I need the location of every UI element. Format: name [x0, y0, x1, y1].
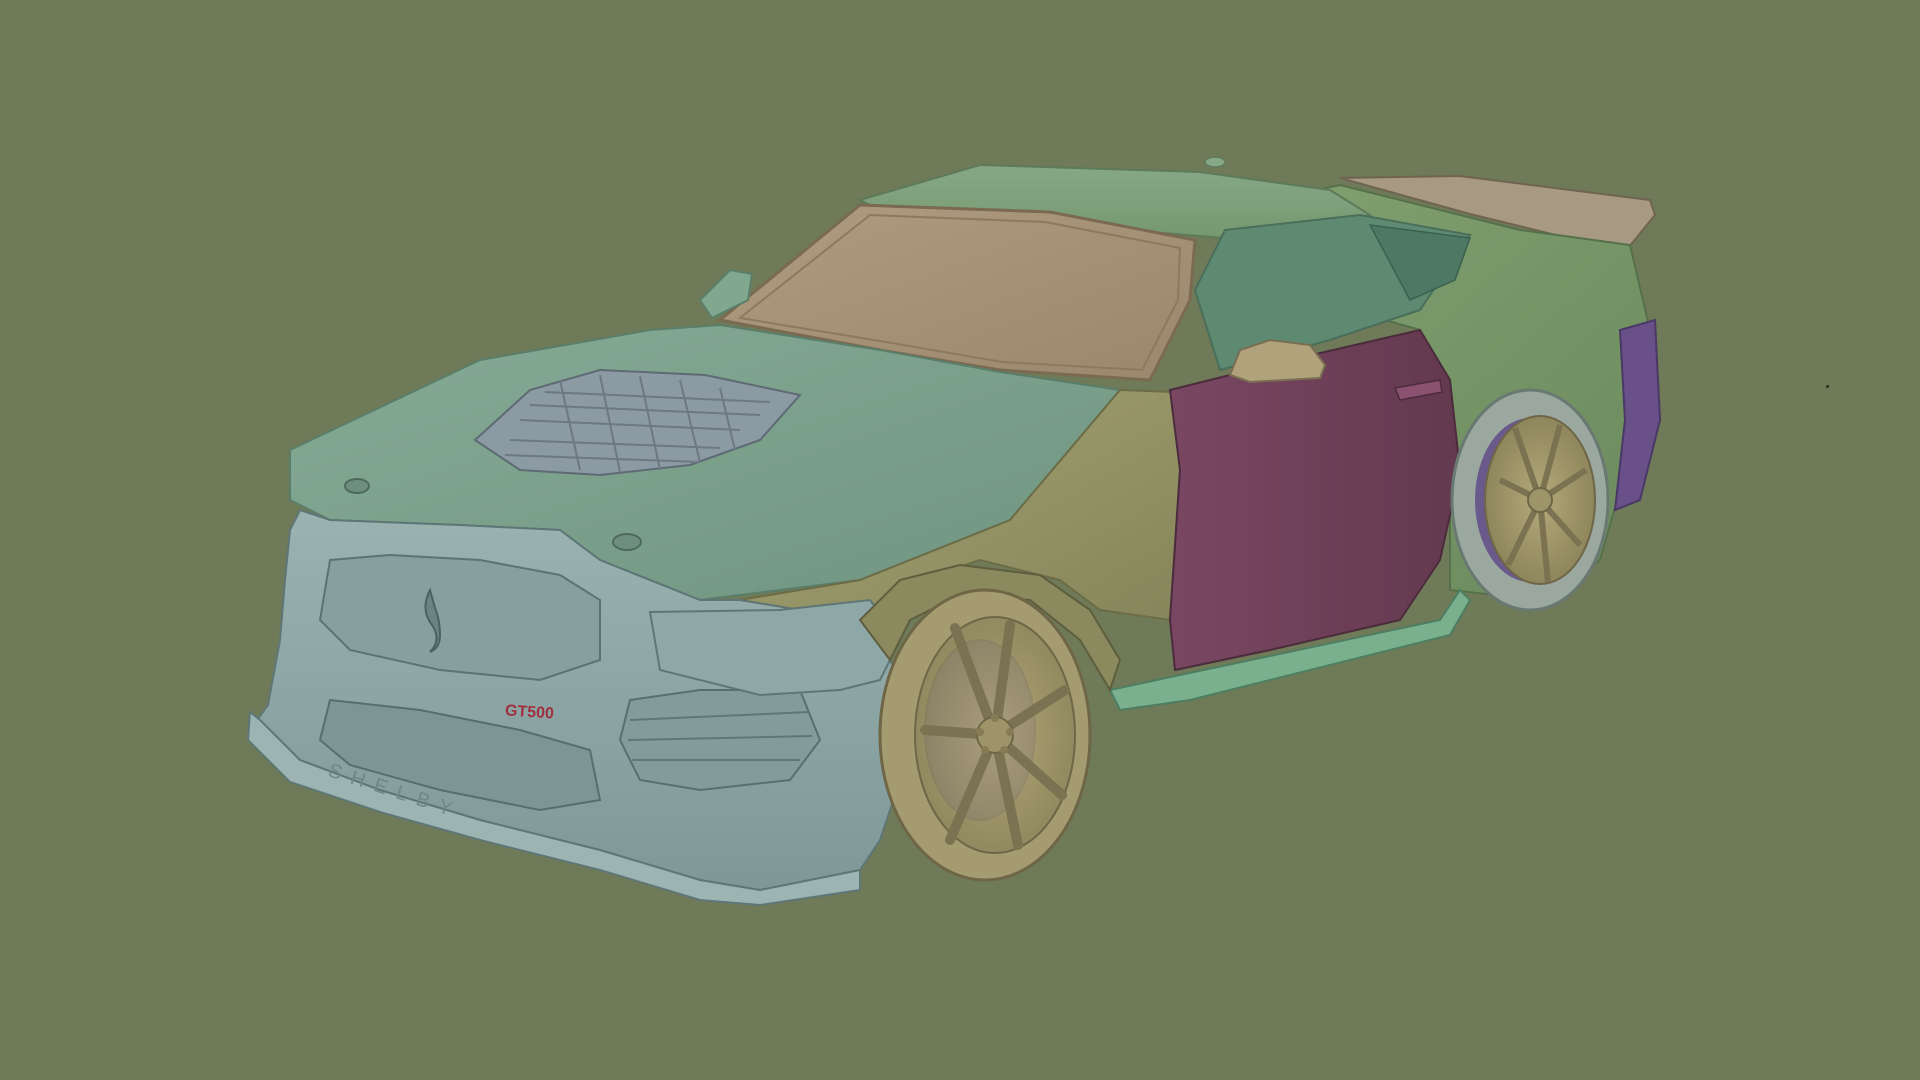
gt500-badge: GT500: [504, 702, 554, 722]
rear-hub: [1527, 487, 1553, 513]
washer-nozzle-left: [344, 478, 370, 494]
rear-wheel: [1450, 388, 1610, 612]
3d-viewport[interactable]: GT500 SHELBY: [0, 0, 1920, 1080]
car-model-render[interactable]: GT500 SHELBY: [0, 0, 1920, 1080]
roof-antenna: [1204, 156, 1226, 168]
door: [1168, 328, 1462, 672]
viewport-cursor: [1826, 385, 1829, 388]
front-wheel: [878, 588, 1092, 882]
washer-nozzle-right: [612, 533, 642, 551]
